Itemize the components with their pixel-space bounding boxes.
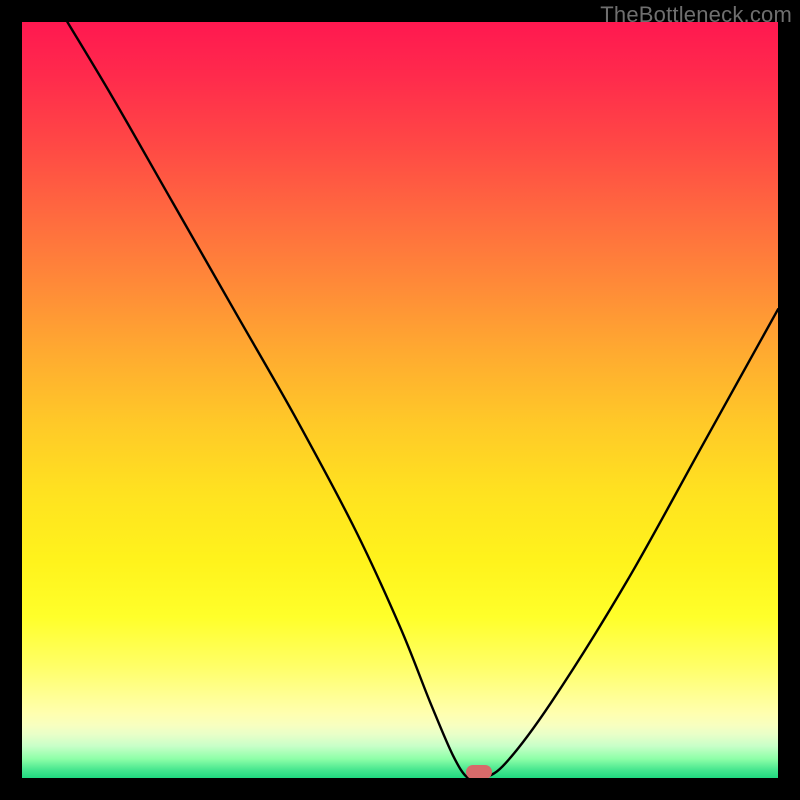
- optimal-point-marker: [466, 765, 492, 778]
- watermark-text: TheBottleneck.com: [600, 2, 792, 28]
- chart-frame: TheBottleneck.com: [0, 0, 800, 800]
- bottleneck-curve: [22, 22, 778, 778]
- plot-area: [22, 22, 778, 778]
